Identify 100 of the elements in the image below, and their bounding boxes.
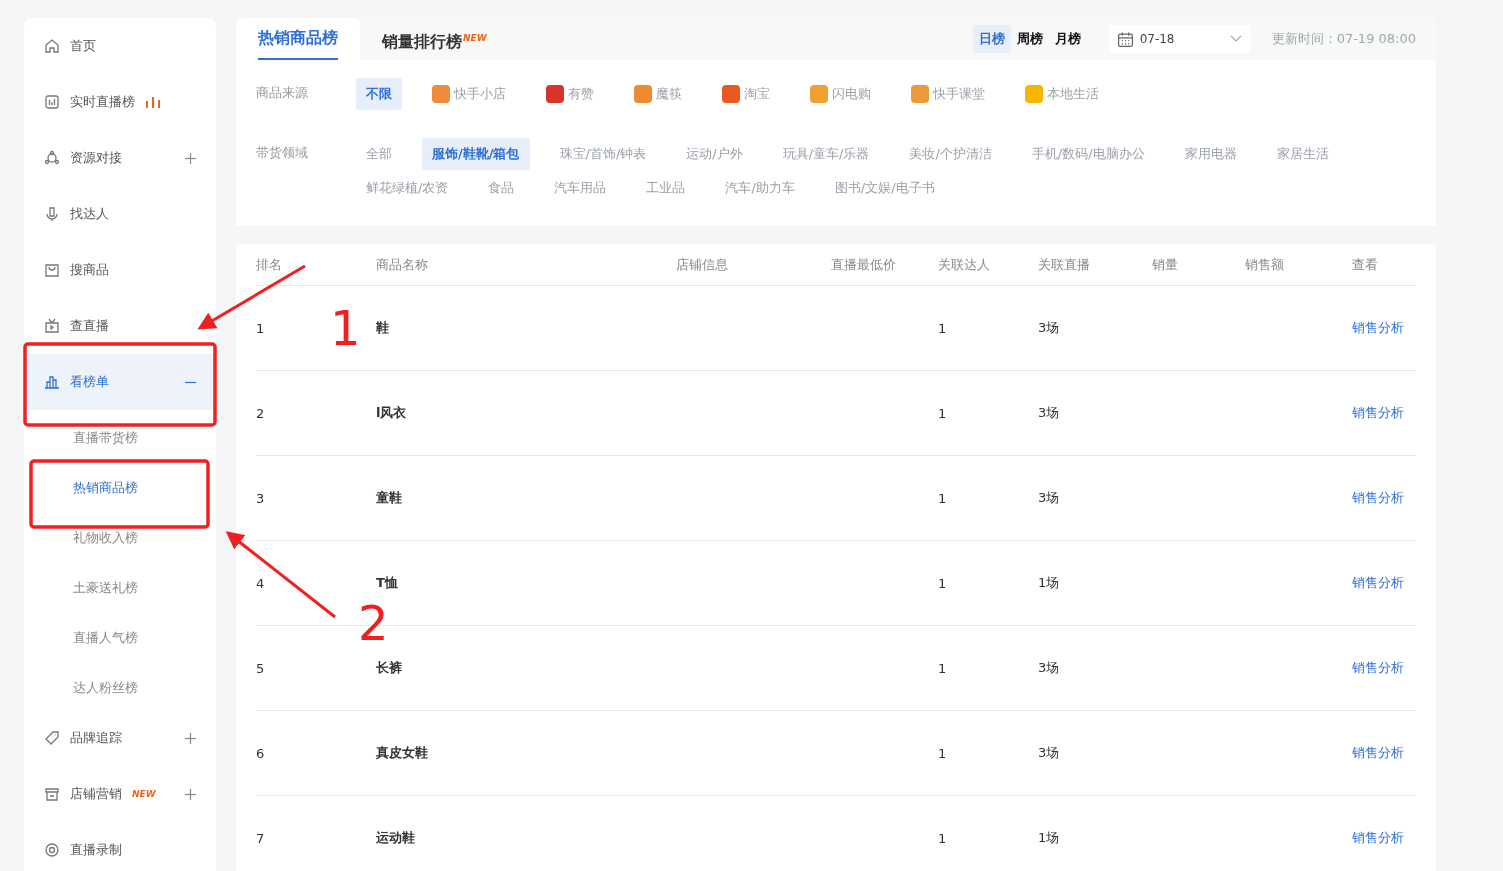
period-toggle[interactable]: 周榜 (1010, 25, 1049, 53)
submenu-item[interactable]: 礼物收入榜 (24, 510, 216, 560)
menu-label: 找达人 (70, 205, 109, 223)
category-option[interactable]: 美妆/个护清洁 (899, 138, 1002, 170)
new-label: NEW (132, 789, 156, 799)
period-toggle[interactable]: 日榜 (972, 25, 1011, 53)
calendar-icon (1116, 30, 1134, 48)
rank-cell-text: 4 (256, 575, 266, 591)
menu-label: 实时直播榜 (70, 93, 135, 111)
bar-chart-icon (145, 96, 161, 108)
menu-item-icon (44, 38, 60, 54)
category-option[interactable]: 珠宝/首饰/钟表 (549, 138, 657, 170)
rank-cell-text: 7 (256, 830, 266, 846)
column-header: 关联直播 (1038, 255, 1091, 274)
menu-item-icon (44, 262, 60, 278)
step-number: 1 (330, 300, 361, 356)
creator-count: 1 (938, 745, 948, 761)
category-option[interactable]: 手机/数码/电脑办公 (1021, 138, 1155, 170)
creator-count: 1 (938, 320, 948, 336)
category-option[interactable]: 工业品 (636, 172, 696, 204)
product-name: 童鞋 (376, 489, 403, 507)
sales-analysis-link[interactable]: 销售分析 (1352, 405, 1404, 420)
creator-count: 1 (938, 830, 948, 846)
category-option[interactable]: 服饰/鞋靴/箱包 (422, 138, 530, 170)
category-option[interactable]: 全部 (356, 138, 402, 170)
menu-item-icon (44, 94, 60, 110)
category-option[interactable]: 食品 (478, 172, 525, 204)
sales-analysis-link[interactable]: 销售分析 (1352, 575, 1404, 590)
sidebar-item[interactable]: 直播录制 (24, 822, 216, 871)
sidebar-item[interactable]: 资源对接 (24, 130, 216, 186)
menu-label: 查直播 (70, 317, 109, 335)
source-option[interactable]: 快手小店 (422, 78, 516, 110)
menu-item-icon (44, 150, 60, 166)
source-option[interactable]: 不限 (356, 78, 402, 110)
menu-item-icon (44, 206, 60, 222)
source-option[interactable]: 有赞 (536, 78, 604, 110)
category-option[interactable]: 家居生活 (1266, 138, 1339, 170)
sidebar-item[interactable]: 查直播 (24, 298, 216, 354)
category-option[interactable]: 玩具/童车/乐器 (772, 138, 880, 170)
creator-count: 1 (938, 660, 948, 676)
sales-analysis-link[interactable]: 销售分析 (1352, 660, 1404, 675)
step-number: 2 (358, 595, 389, 651)
source-option[interactable]: 闪电购 (800, 78, 881, 110)
rank-cell-text: 5 (256, 660, 266, 676)
product-name: l风衣 (376, 404, 408, 422)
submenu-item[interactable]: 直播带货榜 (24, 410, 216, 460)
sidebar-item[interactable]: 首页 (24, 18, 216, 74)
sales-analysis-link[interactable]: 销售分析 (1352, 830, 1404, 845)
column-header: 销售额 (1245, 255, 1285, 274)
rank-cell-text: 1 (256, 320, 266, 336)
menu-label: 首页 (70, 37, 96, 55)
column-header: 查看 (1352, 255, 1379, 274)
creator-count: 1 (938, 490, 948, 506)
menu-item-icon (44, 730, 60, 746)
tab[interactable]: 热销商品榜 (236, 18, 360, 60)
category-option[interactable]: 家用电器 (1174, 138, 1247, 170)
sidebar-item[interactable]: 搜商品 (24, 242, 216, 298)
source-option[interactable]: 淘宝 (712, 78, 780, 110)
tab[interactable]: 销量排行榜$^{NEW}$ (360, 18, 509, 60)
menu-label: 店铺营销 (70, 785, 122, 803)
period-toggle[interactable]: 月榜 (1048, 25, 1087, 53)
sidebar-item[interactable]: 品牌追踪 (24, 710, 216, 766)
category-option[interactable]: 图书/文娱/电子书 (824, 172, 945, 204)
creator-count: 1 (938, 575, 948, 591)
sales-analysis-link[interactable]: 销售分析 (1352, 745, 1404, 760)
column-header: 关联达人 (938, 255, 991, 274)
live-count: 1场 (1038, 829, 1061, 847)
product-name: 真皮女鞋 (376, 744, 429, 762)
creator-count: 1 (938, 405, 948, 421)
source-option[interactable]: 快手课堂 (901, 78, 995, 110)
menu-label: 直播录制 (70, 841, 122, 859)
rank-cell-text: 6 (256, 745, 266, 761)
column-header: 直播最低价 (831, 255, 897, 274)
category-option[interactable]: 汽车/助力车 (715, 172, 805, 204)
category-option[interactable]: 运动/户外 (676, 138, 753, 170)
column-header: 销量 (1152, 255, 1179, 274)
live-count: 3场 (1038, 744, 1061, 762)
sales-analysis-link[interactable]: 销售分析 (1352, 320, 1404, 335)
source-option[interactable]: 本地生活 (1015, 78, 1109, 110)
source-option[interactable]: 魔筷 (624, 78, 692, 110)
sidebar-item[interactable]: 店铺营销 NEW (24, 766, 216, 822)
menu-label: 搜商品 (70, 261, 109, 279)
sales-analysis-link[interactable]: 销售分析 (1352, 490, 1404, 505)
submenu-item[interactable]: 达人粉丝榜 (24, 660, 216, 710)
menu-item-icon (44, 374, 60, 390)
submenu-item[interactable]: 热销商品榜 (24, 460, 216, 510)
product-name: 鞋 (376, 319, 390, 337)
date-select[interactable]: 07-18 (1108, 25, 1250, 53)
category-option[interactable]: 鲜花绿植/农资 (356, 172, 459, 204)
column-header: 商品名称 (376, 255, 429, 274)
live-count: 3场 (1038, 319, 1061, 337)
sidebar-item[interactable]: 看榜单 (24, 354, 216, 410)
category-option[interactable]: 汽车用品 (544, 172, 617, 204)
menu-label: 资源对接 (70, 149, 122, 167)
sidebar-item[interactable]: 找达人 (24, 186, 216, 242)
submenu-item[interactable]: 直播人气榜 (24, 610, 216, 660)
menu-label: 品牌追踪 (70, 729, 122, 747)
sidebar-item[interactable]: 实时直播榜 (24, 74, 216, 130)
column-header: 店铺信息 (676, 255, 729, 274)
submenu-item[interactable]: 土豪送礼榜 (24, 560, 216, 610)
